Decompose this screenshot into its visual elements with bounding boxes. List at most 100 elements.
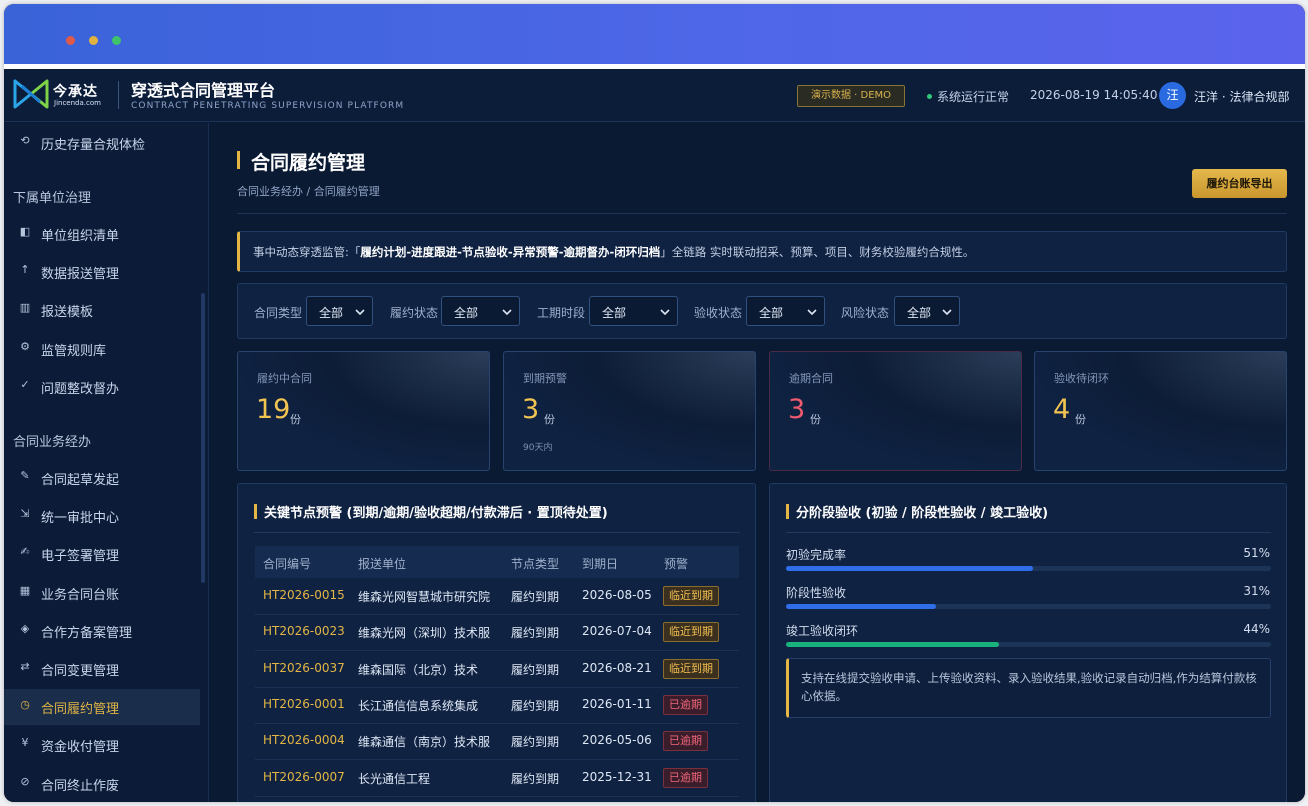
- acceptance-progress-fill: [786, 566, 1034, 571]
- table-row[interactable]: HT2026-0037 维森国际（北京）技术 履约到期 2026-08-21 临…: [255, 652, 739, 688]
- col-due-date[interactable]: 到期日: [582, 555, 618, 572]
- sidebar-item-label: 电子签署管理: [41, 549, 120, 565]
- top-header: 今承达 Jincenda.com 穿透式合同管理平台 CONTRACT PENE…: [4, 69, 1305, 122]
- notice-suffix: 」全链路 实时联动招采、预算、项目、财务校验履约合规性。: [660, 245, 975, 259]
- reporting-unit: 维森光网智慧城市研究院: [358, 590, 491, 604]
- brand-domain: Jincenda.com: [54, 99, 101, 107]
- stat-label: 履约中合同: [257, 372, 312, 385]
- panel-divider: [786, 532, 1271, 533]
- stat-value: 4: [1053, 394, 1071, 425]
- stat-card[interactable]: 到期预警 3 份 90天内: [503, 351, 756, 471]
- title-divider: [237, 213, 1287, 214]
- terminate-icon: ⊘: [20, 774, 30, 788]
- table-row[interactable]: HT2026-0007 长光通信工程 履约到期 2025-12-31 已逾期: [255, 761, 739, 797]
- sidebar-item-label: 合作方备案管理: [41, 625, 133, 641]
- system-status-text: 系统运行正常: [937, 90, 1010, 104]
- sidebar-item-label: 合同起草发起: [41, 473, 120, 488]
- user-name[interactable]: 汪洋 · 法律合规部: [1194, 88, 1289, 105]
- filter-select[interactable]: 全部: [441, 296, 520, 326]
- stat-value: 3: [522, 394, 540, 425]
- sidebar-item[interactable]: ◈ 合作方备案管理: [4, 613, 200, 649]
- col-reporting-unit[interactable]: 报送单位: [358, 555, 406, 572]
- filter-value: 全部: [759, 306, 784, 320]
- contract-code-link[interactable]: HT2026-0001: [263, 697, 345, 711]
- window-close-button[interactable]: [66, 36, 75, 45]
- partner-icon: ◈: [20, 621, 30, 635]
- acceptance-label: 竣工验收闭环: [786, 624, 859, 638]
- sidebar-item[interactable]: ⇲ 统一审批中心: [4, 498, 200, 534]
- sidebar-item[interactable]: ▥ 报送模板: [4, 292, 200, 328]
- chevron-down-icon: [355, 309, 365, 316]
- contract-code-link[interactable]: HT2026-0004: [263, 733, 345, 747]
- sidebar-item[interactable]: ⊘ 合同终止作废: [4, 766, 200, 802]
- notice-prefix: 事中动态穿透监管:「: [253, 245, 361, 259]
- acceptance-progress-bar: [786, 642, 1271, 647]
- reporting-unit: 维森国际（北京）技术: [358, 662, 479, 677]
- filter-value: 全部: [319, 306, 344, 320]
- stat-label: 验收待闭环: [1054, 372, 1109, 385]
- stat-card[interactable]: 验收待闭环 4 份: [1034, 351, 1287, 471]
- table-row[interactable]: HT2026-0023 维森光网（深圳）技术服 履约到期 2026-07-04 …: [255, 615, 739, 652]
- contract-code-link[interactable]: HT2026-0007: [263, 770, 345, 784]
- sidebar-item[interactable]: ✎ 合同起草发起: [4, 460, 200, 496]
- signature-icon: ✍: [20, 545, 30, 559]
- brand-name: 今承达: [53, 84, 98, 100]
- acceptance-progress-bar: [786, 566, 1271, 571]
- approval-icon: ⇲: [20, 507, 30, 521]
- alert-tag: 已逾期: [663, 694, 708, 715]
- col-alert[interactable]: 预警: [664, 555, 688, 572]
- stat-card[interactable]: 逾期合同 3 份: [769, 351, 1022, 471]
- stat-unit: 份: [1075, 413, 1086, 426]
- alert-tag: 已逾期: [663, 731, 708, 752]
- acceptance-label: 初验完成率: [786, 548, 847, 562]
- col-contract-code[interactable]: 合同编号: [263, 555, 311, 572]
- filter-value: 全部: [907, 306, 932, 320]
- breadcrumb[interactable]: 合同业务经办 / 合同履约管理: [237, 183, 380, 199]
- filter-select[interactable]: 全部: [894, 296, 960, 326]
- sidebar-item[interactable]: ▦ 业务合同台账: [4, 575, 200, 611]
- window-maximize-button[interactable]: [112, 36, 121, 45]
- export-ledger-button[interactable]: 履约台账导出: [1192, 169, 1287, 198]
- due-date: 2026-05-06: [582, 733, 652, 748]
- table-row[interactable]: HT2026-0004 维森通信（南京）技术服 履约到期 2026-05-06 …: [255, 724, 739, 761]
- sidebar-group-title: 合同业务经办: [13, 435, 92, 450]
- user-avatar[interactable]: 汪: [1159, 82, 1186, 109]
- contract-code-link[interactable]: HT2026-0015: [263, 588, 345, 602]
- filter-select[interactable]: 全部: [306, 296, 373, 326]
- due-date: 2025-12-31: [582, 769, 652, 784]
- node-type: 履约到期: [511, 590, 560, 604]
- node-type: 履约到期: [511, 698, 560, 713]
- sidebar-item-label: 合同变更管理: [41, 664, 120, 679]
- node-type: 履约到期: [511, 771, 560, 786]
- sidebar-item[interactable]: ↑ 数据报送管理: [4, 254, 200, 290]
- acceptance-progress-fill: [786, 604, 937, 609]
- stat-card[interactable]: 履约中合同 19 份: [237, 351, 490, 471]
- sidebar-item[interactable]: ⟲ 历史存量合规体检: [4, 125, 200, 161]
- sidebar-item[interactable]: ◷ 合同履约管理: [4, 689, 200, 726]
- filter-select[interactable]: 全部: [589, 296, 678, 326]
- table-row[interactable]: HT2026-0015 维森光网智慧城市研究院 履约到期 2026-08-05 …: [255, 579, 739, 615]
- node-alert-panel: 关键节点预警 (到期/逾期/验收超期/付款滞后 · 置顶待处置) 合同编号 报送…: [237, 483, 756, 802]
- sidebar-item[interactable]: ✍ 电子签署管理: [4, 536, 200, 572]
- contract-code-link[interactable]: HT2026-0023: [263, 624, 345, 638]
- table-row[interactable]: HT2026-0001 长江通信信息系统集成 履约到期 2026-01-11 已…: [255, 688, 739, 724]
- chevron-down-icon: [660, 309, 670, 316]
- acceptance-progress-fill: [786, 642, 1000, 647]
- window-minimize-button[interactable]: [89, 36, 98, 45]
- sidebar-group-title: 下属单位治理: [13, 191, 92, 206]
- sidebar-item[interactable]: ⇄ 合同变更管理: [4, 651, 200, 687]
- sidebar-item[interactable]: ⚙ 监管规则库: [4, 331, 200, 367]
- acceptance-percent: 44%: [1243, 622, 1270, 636]
- sidebar-scrollbar[interactable]: [201, 293, 205, 583]
- filter-label: 验收状态: [694, 306, 743, 320]
- col-node-type[interactable]: 节点类型: [511, 555, 559, 572]
- sidebar-item-label: 业务合同台账: [41, 587, 120, 603]
- node-type: 履约到期: [511, 626, 560, 641]
- upload-icon: ↑: [20, 263, 30, 277]
- sidebar-item[interactable]: ✓ 问题整改督办: [4, 369, 200, 405]
- sidebar-item[interactable]: ◧ 单位组织清单: [4, 216, 200, 252]
- contract-code-link[interactable]: HT2026-0037: [263, 661, 345, 675]
- filter-select[interactable]: 全部: [746, 296, 825, 326]
- draft-icon: ✎: [20, 469, 30, 482]
- sidebar-item[interactable]: ¥ 资金收付管理: [4, 727, 200, 763]
